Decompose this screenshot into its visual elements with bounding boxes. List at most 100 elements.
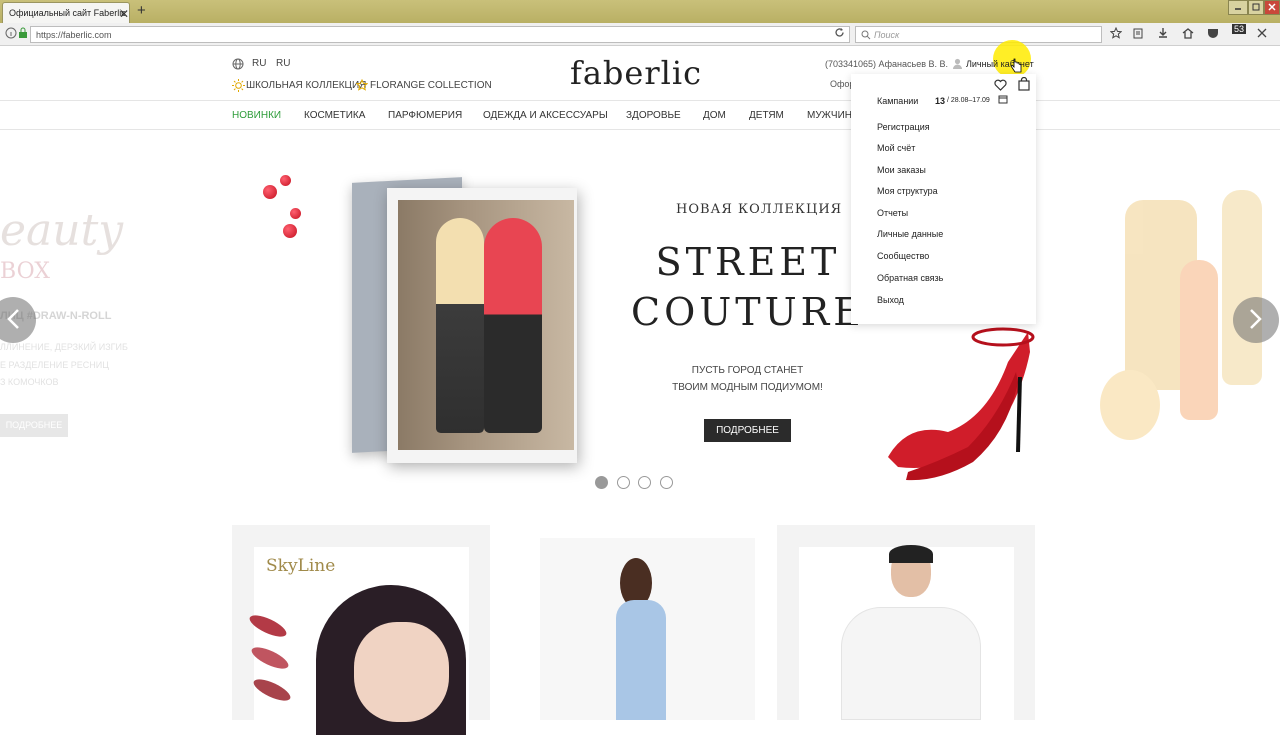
download-icon[interactable] [1157, 27, 1169, 39]
fruit-image [1100, 370, 1160, 440]
lock-icon[interactable] [18, 27, 28, 39]
user-id: (703341065) Афанасьев В. В. [825, 59, 949, 69]
dropdown-item-my-orders[interactable]: Мои заказы [877, 165, 926, 175]
dropdown-item-registration[interactable]: Регистрация [877, 122, 930, 132]
maximize-icon [1252, 3, 1260, 11]
extension-badge[interactable]: 53 [1232, 24, 1247, 34]
dropdown-item-reports[interactable]: Отчеты [877, 208, 908, 218]
chevron-left-icon [7, 309, 19, 329]
hero-title-line2: COUTURE [631, 290, 865, 334]
hero-more-button[interactable]: ПОДРОБНЕЕ [704, 419, 791, 442]
region-select[interactable]: RU [276, 58, 290, 69]
home-icon[interactable] [1182, 27, 1194, 39]
prev-slide-box: BOX [0, 259, 50, 284]
browser-titlebar: Официальный сайт Faberlic ✕ + [0, 0, 1280, 23]
menu-item-men[interactable]: МУЖЧИН [807, 110, 852, 121]
menu-item-clothing[interactable]: ОДЕЖДА И АКСЕССУАРЫ [483, 110, 608, 121]
berry-decoration [290, 208, 301, 219]
minimize-button[interactable] [1228, 0, 1248, 15]
menu-item-home[interactable]: ДОМ [703, 110, 726, 121]
lipstick-swatch [248, 643, 292, 673]
globe-icon[interactable] [232, 58, 244, 70]
slider-dot-3[interactable] [638, 476, 651, 489]
menu-item-new[interactable]: НОВИНКИ [232, 110, 281, 121]
skyline-title: SkyLine [266, 556, 336, 576]
close-icon [1268, 3, 1276, 11]
hero-subtitle: ПУСТЬ ГОРОД СТАНЕТ ТВОИМ МОДНЫМ ПОДИУМОМ… [660, 362, 835, 396]
close-window-button[interactable] [1264, 0, 1280, 15]
personal-cabinet-link[interactable]: Личный кабинет [966, 59, 1034, 69]
menu-item-health[interactable]: ЗДОРОВЬЕ [626, 110, 681, 121]
url-text: https://faberlic.com [36, 30, 112, 40]
magazine-photo [398, 200, 574, 450]
blue-dress-image [616, 600, 666, 720]
chevron-right-icon [1250, 309, 1262, 329]
shopping-bag-icon[interactable] [1018, 77, 1030, 91]
hero-subtitle-line1: ПУСТЬ ГОРОД СТАНЕТ [691, 365, 804, 376]
campaign-dates: / 28.08–17.09 [947, 97, 990, 104]
campaign-number: 13 [935, 96, 946, 106]
prev-slide-line2: Е РАЗДЕЛЕНИЕ РЕСНИЦ [0, 360, 109, 370]
info-icon[interactable] [5, 27, 17, 39]
dropdown-item-my-account[interactable]: Мой счёт [877, 143, 915, 153]
cream-tube-image [1180, 260, 1218, 420]
dress-image [540, 538, 755, 720]
calendar-icon[interactable] [998, 94, 1008, 104]
search-placeholder: Поиск [874, 30, 900, 40]
hero-subtitle-line2: ТВОИМ МОДНЫМ ПОДИУМОМ! [672, 382, 823, 393]
promo-link-school[interactable]: ШКОЛЬНАЯ КОЛЛЕКЦИЯ [246, 80, 366, 91]
hero-kicker: НОВАЯ КОЛЛЕКЦИЯ [676, 202, 843, 217]
model-figure [484, 218, 542, 433]
hero-title-line1: STREET [655, 240, 841, 284]
sun-icon [232, 79, 245, 92]
pocket-icon[interactable] [1207, 27, 1219, 39]
dropdown-item-logout[interactable]: Выход [877, 295, 904, 305]
language-select[interactable]: RU [252, 58, 266, 69]
bookmark-star-icon[interactable] [1110, 27, 1122, 39]
dropdown-item-feedback[interactable]: Обратная связь [877, 273, 943, 283]
slider-dot-4[interactable] [660, 476, 673, 489]
dropdown-item-personal-data[interactable]: Личные данные [877, 229, 943, 239]
reading-list-icon[interactable] [1132, 27, 1144, 39]
menu-item-kids[interactable]: ДЕТЯМ [749, 110, 784, 121]
heart-icon[interactable] [994, 79, 1007, 91]
berry-decoration [280, 175, 291, 186]
new-tab-button[interactable]: + [137, 2, 146, 19]
berry-decoration [283, 224, 297, 238]
slider-prev-button[interactable] [0, 297, 36, 343]
prev-slide-line3: З КОМОЧКОВ [0, 377, 59, 387]
maximize-button[interactable] [1248, 0, 1264, 15]
white-shirt-image [841, 607, 981, 720]
model-face-image [354, 622, 449, 722]
dropdown-item-my-structure[interactable]: Моя структура [877, 186, 938, 196]
address-bar[interactable]: https://faberlic.com [30, 26, 850, 43]
lipstick-swatch [250, 675, 294, 705]
search-input[interactable]: Поиск [855, 26, 1102, 43]
site-logo[interactable]: faberlic [570, 54, 702, 92]
minimize-icon [1235, 8, 1241, 10]
prev-slide-button[interactable]: ПОДРОБНЕЕ [0, 414, 68, 437]
browser-tab[interactable]: Официальный сайт Faberlic ✕ [2, 2, 130, 23]
slider-next-button[interactable] [1233, 297, 1279, 343]
slider-dot-1[interactable] [595, 476, 608, 489]
search-icon [861, 30, 871, 40]
main-menu: НОВИНКИ КОСМЕТИКА ПАРФЮМЕРИЯ ОДЕЖДА И АК… [0, 100, 1280, 130]
promo-link-florange[interactable]: FLORANGE COLLECTION [370, 80, 492, 91]
tab-title: Официальный сайт Faberlic [9, 8, 126, 18]
berry-decoration [263, 185, 277, 199]
campaign-label: Кампании [877, 96, 919, 106]
account-dropdown: Кампании 13 / 28.08–17.09 Регистрация Мо… [851, 74, 1036, 324]
lipstick-swatch [246, 611, 290, 641]
dropdown-item-community[interactable]: Сообщество [877, 251, 929, 261]
slider-dot-2[interactable] [617, 476, 630, 489]
prev-slide-script: eauty [0, 205, 124, 256]
menu-item-cosmetics[interactable]: КОСМЕТИКА [304, 110, 365, 121]
shirt-image [799, 545, 1014, 720]
reload-icon[interactable] [834, 27, 845, 38]
menu-icon[interactable] [1256, 27, 1268, 39]
prev-slide-line1: ЛЛИНЕНИЕ, ДЕРЗКИЙ ИЗГИБ [0, 342, 128, 352]
menu-item-perfume[interactable]: ПАРФЮМЕРИЯ [388, 110, 462, 121]
spray-bottle-image [1222, 190, 1262, 385]
hand-cursor-icon [1010, 58, 1022, 73]
tab-close-icon[interactable]: ✕ [119, 7, 129, 21]
